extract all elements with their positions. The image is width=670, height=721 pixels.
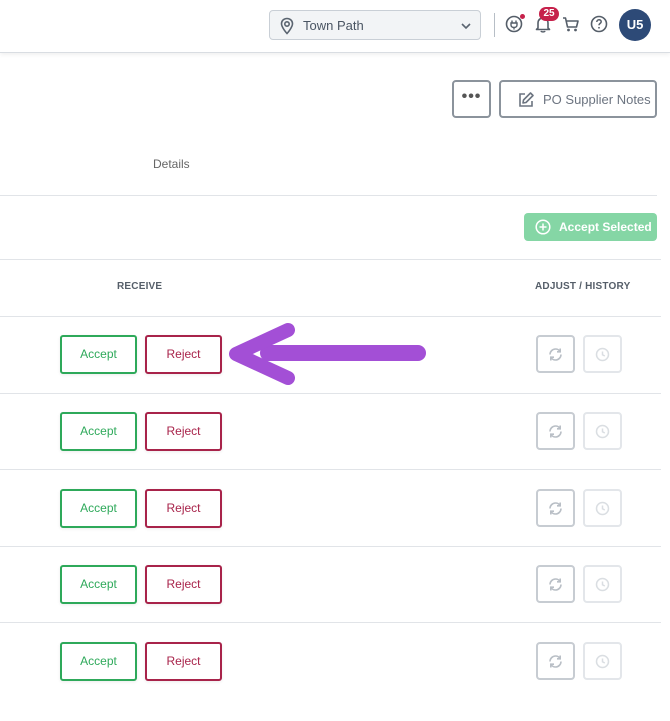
- refresh-icon: [549, 655, 562, 668]
- table-row: Accept Reject: [0, 469, 670, 545]
- adjust-button[interactable]: [536, 335, 575, 373]
- adjust-button[interactable]: [536, 565, 575, 603]
- divider: [0, 195, 657, 196]
- clock-icon: [595, 577, 610, 592]
- top-bar: Town Path 25 U5: [0, 0, 670, 53]
- reject-button[interactable]: Reject: [145, 489, 222, 528]
- accept-button[interactable]: Accept: [60, 412, 137, 451]
- table-row: Accept Reject: [0, 546, 670, 622]
- adjust-button[interactable]: [536, 489, 575, 527]
- location-selector[interactable]: Town Path: [269, 10, 481, 40]
- refresh-icon: [549, 502, 562, 515]
- refresh-icon: [549, 578, 562, 591]
- location-name: Town Path: [303, 18, 364, 33]
- accept-selected-label: Accept Selected: [559, 220, 652, 234]
- accept-button[interactable]: Accept: [60, 642, 137, 681]
- more-options-button[interactable]: •••: [452, 80, 491, 118]
- annotation-arrow-icon: [229, 323, 426, 385]
- edit-icon: [519, 92, 534, 107]
- cart-icon[interactable]: [561, 14, 581, 34]
- reject-button[interactable]: Reject: [145, 335, 222, 374]
- po-supplier-notes-button[interactable]: PO Supplier Notes: [499, 80, 657, 118]
- details-tab-label[interactable]: Details: [153, 157, 190, 171]
- divider: [0, 259, 661, 260]
- accept-button[interactable]: Accept: [60, 489, 137, 528]
- accept-button[interactable]: Accept: [60, 565, 137, 604]
- clock-icon: [595, 424, 610, 439]
- column-header-receive: RECEIVE: [117, 281, 163, 292]
- refresh-icon: [549, 425, 562, 438]
- reject-button[interactable]: Reject: [145, 642, 222, 681]
- accept-selected-button[interactable]: Accept Selected: [524, 213, 657, 241]
- help-icon[interactable]: [589, 14, 609, 34]
- history-button[interactable]: [583, 642, 622, 680]
- reject-button[interactable]: Reject: [145, 565, 222, 604]
- clock-icon: [595, 501, 610, 516]
- location-pin-icon: [280, 17, 294, 35]
- adjust-button[interactable]: [536, 412, 575, 450]
- table-row: Accept Reject: [0, 393, 670, 469]
- adjust-button[interactable]: [536, 642, 575, 680]
- refresh-icon: [549, 348, 562, 361]
- po-supplier-notes-label: PO Supplier Notes: [543, 92, 651, 107]
- history-button[interactable]: [583, 565, 622, 603]
- accept-button[interactable]: Accept: [60, 335, 137, 374]
- history-button[interactable]: [583, 335, 622, 373]
- history-button[interactable]: [583, 489, 622, 527]
- notification-badge: 25: [539, 7, 559, 21]
- reject-button[interactable]: Reject: [145, 412, 222, 451]
- clock-icon: [595, 654, 610, 669]
- plus-circle-icon: [535, 219, 551, 235]
- plug-status-dot: [520, 14, 525, 19]
- divider: [494, 13, 495, 37]
- table-row: Accept Reject: [0, 622, 670, 698]
- history-button[interactable]: [583, 412, 622, 450]
- avatar[interactable]: U5: [619, 9, 651, 41]
- chevron-down-icon: [461, 23, 471, 30]
- clock-icon: [595, 347, 610, 362]
- column-header-adjust-history: ADJUST / HISTORY: [535, 281, 631, 292]
